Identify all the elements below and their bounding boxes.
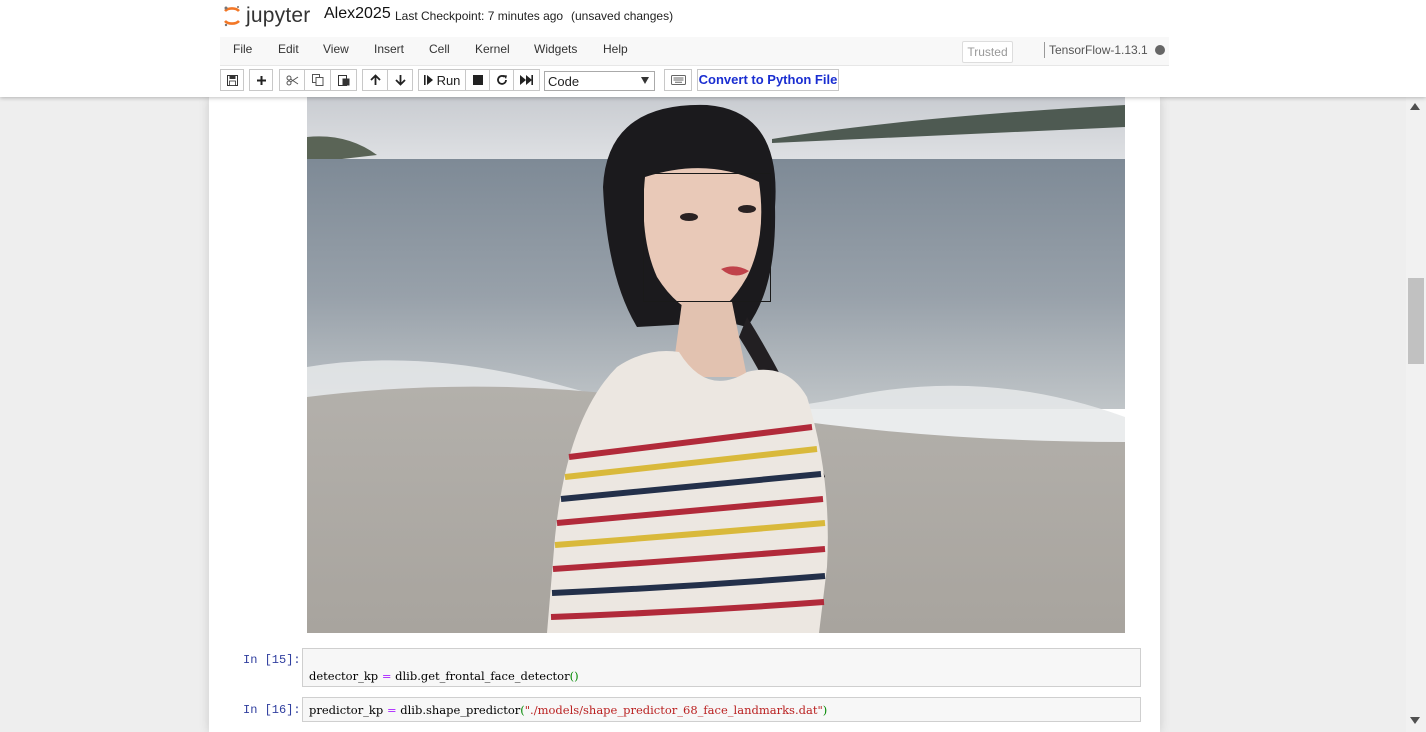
copy-icon	[311, 74, 323, 86]
scroll-up-arrow-icon[interactable]	[1410, 103, 1420, 110]
scrollbar-thumb[interactable]	[1408, 278, 1424, 364]
jupyter-logo-icon	[224, 6, 240, 27]
cell-type-value: Code	[548, 74, 580, 89]
paste-icon	[337, 75, 349, 86]
save-button[interactable]	[220, 69, 244, 91]
code-line: predictor_kp = dlib.shape_predictor("./m…	[309, 703, 827, 717]
arrow-up-icon	[369, 74, 381, 85]
menu-edit[interactable]: Edit	[278, 42, 299, 56]
code-paren: ()	[569, 669, 579, 683]
code-cell-editor[interactable]: predictor_kp = dlib.shape_predictor("./m…	[302, 697, 1141, 722]
last-checkpoint-status: Last Checkpoint: 7 minutes ago	[395, 9, 564, 23]
scroll-down-arrow-icon[interactable]	[1410, 717, 1420, 724]
menu-insert[interactable]: Insert	[374, 42, 404, 56]
menu-view[interactable]: View	[323, 42, 349, 56]
menu-kernel[interactable]: Kernel	[475, 42, 510, 56]
cell-prompt: In [15]:	[243, 653, 301, 667]
plus-icon	[256, 75, 266, 85]
menu-help[interactable]: Help	[603, 42, 628, 56]
chevron-down-icon	[641, 77, 649, 84]
kernel-status-icon	[1155, 45, 1165, 55]
cell-type-select[interactable]: Code	[544, 71, 655, 91]
kernel-separator	[1044, 42, 1045, 58]
stop-icon	[472, 75, 483, 85]
code-token: dlib.get_frontal_face_detector	[391, 669, 570, 683]
trusted-indicator[interactable]: Trusted	[962, 41, 1013, 63]
code-operator: =	[386, 703, 397, 717]
notebook-name[interactable]: Alex2025	[324, 5, 391, 23]
restart-run-all-button[interactable]	[514, 69, 540, 91]
jupyter-logo[interactable]: jupyter	[222, 4, 310, 28]
move-cell-down-button[interactable]	[388, 69, 413, 91]
code-token: detector_kp	[309, 669, 382, 683]
menu-cell[interactable]: Cell	[429, 42, 450, 56]
code-line: detector_kp = dlib.get_frontal_face_dete…	[309, 669, 579, 683]
menu-file[interactable]: File	[233, 42, 252, 56]
code-token: predictor_kp	[309, 703, 387, 717]
face-detection-box	[643, 173, 771, 302]
code-token: dlib.shape_predictor	[396, 703, 521, 717]
cell-prompt: In [16]:	[243, 703, 301, 717]
code-string: "./models/shape_predictor_68_face_landma…	[524, 703, 823, 717]
copy-button[interactable]	[305, 69, 331, 91]
restart-kernel-button[interactable]	[490, 69, 514, 91]
interrupt-kernel-button[interactable]	[466, 69, 490, 91]
step-forward-icon	[423, 75, 433, 85]
code-cell-editor[interactable]: detector_kp = dlib.get_frontal_face_dete…	[302, 648, 1141, 687]
paste-button[interactable]	[331, 69, 357, 91]
command-palette-button[interactable]	[664, 69, 692, 91]
run-button-label: Run	[436, 72, 461, 88]
code-paren: )	[822, 703, 828, 717]
cut-icon	[286, 75, 298, 85]
move-cell-up-button[interactable]	[362, 69, 388, 91]
menubar	[220, 37, 1169, 66]
menu-widgets[interactable]: Widgets	[534, 42, 577, 56]
convert-to-python-button[interactable]: Convert to Python File	[697, 69, 839, 91]
restart-icon	[496, 75, 507, 85]
run-button[interactable]: Run	[418, 69, 466, 91]
kernel-name[interactable]: TensorFlow-1.13.1	[1049, 43, 1148, 57]
save-icon	[226, 74, 238, 86]
cut-button[interactable]	[279, 69, 305, 91]
insert-cell-button[interactable]	[249, 69, 273, 91]
jupyter-logo-text: jupyter	[246, 4, 311, 27]
unsaved-changes-status: (unsaved changes)	[571, 9, 674, 23]
fast-forward-icon	[520, 75, 533, 85]
keyboard-icon	[670, 75, 686, 85]
arrow-down-icon	[394, 75, 406, 86]
vertical-scrollbar[interactable]	[1406, 97, 1426, 732]
notebook-header: jupyter Alex2025 Last Checkpoint: 7 minu…	[0, 0, 1426, 97]
